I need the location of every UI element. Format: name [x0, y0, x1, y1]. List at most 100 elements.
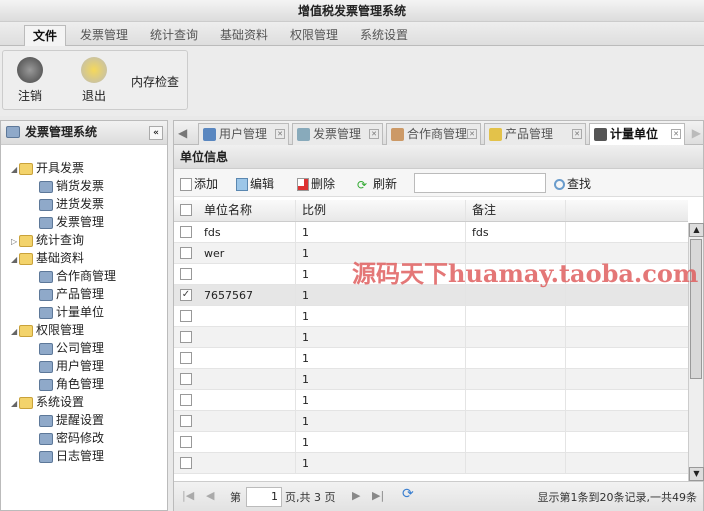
cell-name: [198, 432, 296, 452]
cell-name: [198, 348, 296, 368]
row-checkbox[interactable]: [180, 415, 192, 427]
logout-button[interactable]: 注销: [17, 57, 43, 104]
cell-note: [466, 348, 566, 368]
close-tab-icon[interactable]: ✕: [671, 129, 681, 139]
tree-item[interactable]: 计量单位: [39, 303, 104, 321]
edit-icon: [236, 178, 248, 191]
table-row[interactable]: 1: [174, 390, 688, 411]
close-tab-icon[interactable]: ✕: [275, 129, 285, 139]
row-checkbox[interactable]: [180, 394, 192, 406]
expanded-toggle-icon[interactable]: ◢: [11, 251, 19, 269]
row-checkbox[interactable]: [180, 247, 192, 259]
tree-item[interactable]: 密码修改: [39, 429, 104, 447]
folder-icon: [19, 396, 33, 409]
tree-item[interactable]: 公司管理: [39, 339, 104, 357]
memory-check-button[interactable]: 内存检查: [131, 73, 179, 90]
tab-label: 计量单位: [610, 127, 659, 141]
expanded-toggle-icon[interactable]: ◢: [11, 395, 19, 413]
expanded-toggle-icon[interactable]: ◢: [11, 161, 19, 179]
column-header-name[interactable]: 单位名称: [198, 200, 296, 221]
refresh-button[interactable]: ⟳ 刷新: [357, 175, 397, 192]
menu-tab-0[interactable]: 文件: [24, 25, 67, 46]
column-header-note[interactable]: 备注: [466, 200, 566, 221]
row-checkbox[interactable]: [180, 457, 192, 469]
first-page-icon[interactable]: |◀: [182, 489, 194, 502]
exit-button[interactable]: 退出: [81, 57, 107, 104]
row-checkbox[interactable]: [180, 352, 192, 364]
table-row[interactable]: 1: [174, 327, 688, 348]
menu-tab-4[interactable]: 权限管理: [290, 25, 338, 46]
close-tab-icon[interactable]: ✕: [369, 129, 379, 139]
folder-icon: [19, 162, 33, 175]
item-icon: [39, 270, 53, 283]
tab-0[interactable]: 用户管理 ✕: [198, 123, 289, 145]
page-prefix: 第: [230, 491, 241, 504]
tab-2[interactable]: 合作商管理 ✕: [386, 123, 481, 145]
tree-item[interactable]: ◢ 系统设置: [11, 393, 84, 411]
tree-item[interactable]: 产品管理: [39, 285, 104, 303]
menu-tab-1[interactable]: 发票管理: [80, 25, 128, 46]
tree-item[interactable]: ◢ 基础资料: [11, 249, 84, 267]
scroll-up-icon[interactable]: ▲: [689, 223, 704, 237]
add-button[interactable]: 添加: [180, 175, 218, 192]
page-number-input[interactable]: 1: [246, 487, 282, 507]
tree-item[interactable]: 日志管理: [39, 447, 104, 465]
tree-item[interactable]: 发票管理: [39, 213, 104, 231]
delete-button[interactable]: 删除: [297, 175, 335, 192]
scroll-down-icon[interactable]: ▼: [689, 467, 704, 481]
cell-ratio: 1: [296, 411, 466, 431]
menu-tab-5[interactable]: 系统设置: [360, 25, 408, 46]
table-row[interactable]: 1: [174, 453, 688, 474]
scroll-tabs-right-icon[interactable]: ▶: [692, 126, 701, 140]
tab-label: 合作商管理: [407, 127, 468, 141]
last-page-icon[interactable]: ▶|: [372, 489, 384, 502]
cell-name: [198, 390, 296, 410]
table-row[interactable]: 1: [174, 432, 688, 453]
row-checkbox[interactable]: [180, 436, 192, 448]
row-checkbox[interactable]: [180, 268, 192, 280]
item-icon: [39, 306, 53, 319]
tab-3[interactable]: 产品管理 ✕: [484, 123, 586, 145]
tree-item[interactable]: 销货发票: [39, 177, 104, 195]
edit-button[interactable]: 编辑: [236, 175, 274, 192]
tree-item[interactable]: ◢ 权限管理: [11, 321, 84, 339]
tab-icon: [489, 128, 502, 141]
tab-4[interactable]: 计量单位 ✕: [589, 123, 685, 145]
row-checkbox[interactable]: ✓: [180, 289, 192, 301]
app-title: 增值税发票管理系统: [0, 0, 704, 22]
tree-item[interactable]: ◢ 开具发票: [11, 159, 84, 177]
table-row[interactable]: 1: [174, 348, 688, 369]
row-checkbox[interactable]: [180, 310, 192, 322]
delete-icon: [297, 178, 309, 191]
tree-item[interactable]: 进货发票: [39, 195, 104, 213]
select-all-checkbox[interactable]: [180, 204, 192, 216]
close-tab-icon[interactable]: ✕: [467, 129, 477, 139]
tree-item[interactable]: 角色管理: [39, 375, 104, 393]
column-header-ratio[interactable]: 比例: [296, 200, 466, 221]
tree-item[interactable]: 用户管理: [39, 357, 104, 375]
reload-icon[interactable]: ⟳: [402, 486, 414, 502]
tree-item[interactable]: 合作商管理: [39, 267, 116, 285]
prev-page-icon[interactable]: ◀: [206, 489, 214, 502]
find-button[interactable]: 查找: [554, 175, 591, 192]
row-checkbox[interactable]: [180, 331, 192, 343]
tree-item[interactable]: ▷ 统计查询: [11, 231, 84, 249]
cell-name: fds: [198, 222, 296, 242]
next-page-icon[interactable]: ▶: [352, 489, 360, 502]
row-checkbox[interactable]: [180, 226, 192, 238]
tab-1[interactable]: 发票管理 ✕: [292, 123, 383, 145]
menu-tab-2[interactable]: 统计查询: [150, 25, 198, 46]
collapse-sidebar-button[interactable]: «: [149, 126, 163, 140]
search-input[interactable]: [414, 173, 546, 193]
table-row[interactable]: 1: [174, 411, 688, 432]
row-checkbox[interactable]: [180, 373, 192, 385]
expanded-toggle-icon[interactable]: ◢: [11, 323, 19, 341]
scroll-tabs-left-icon[interactable]: ◀: [178, 126, 187, 140]
table-row[interactable]: 1: [174, 306, 688, 327]
table-row[interactable]: fds 1 fds: [174, 222, 688, 243]
tree-item-label: 计量单位: [56, 305, 105, 319]
close-tab-icon[interactable]: ✕: [572, 129, 582, 139]
menu-tab-3[interactable]: 基础资料: [220, 25, 268, 46]
table-row[interactable]: 1: [174, 369, 688, 390]
tree-item[interactable]: 提醒设置: [39, 411, 104, 429]
